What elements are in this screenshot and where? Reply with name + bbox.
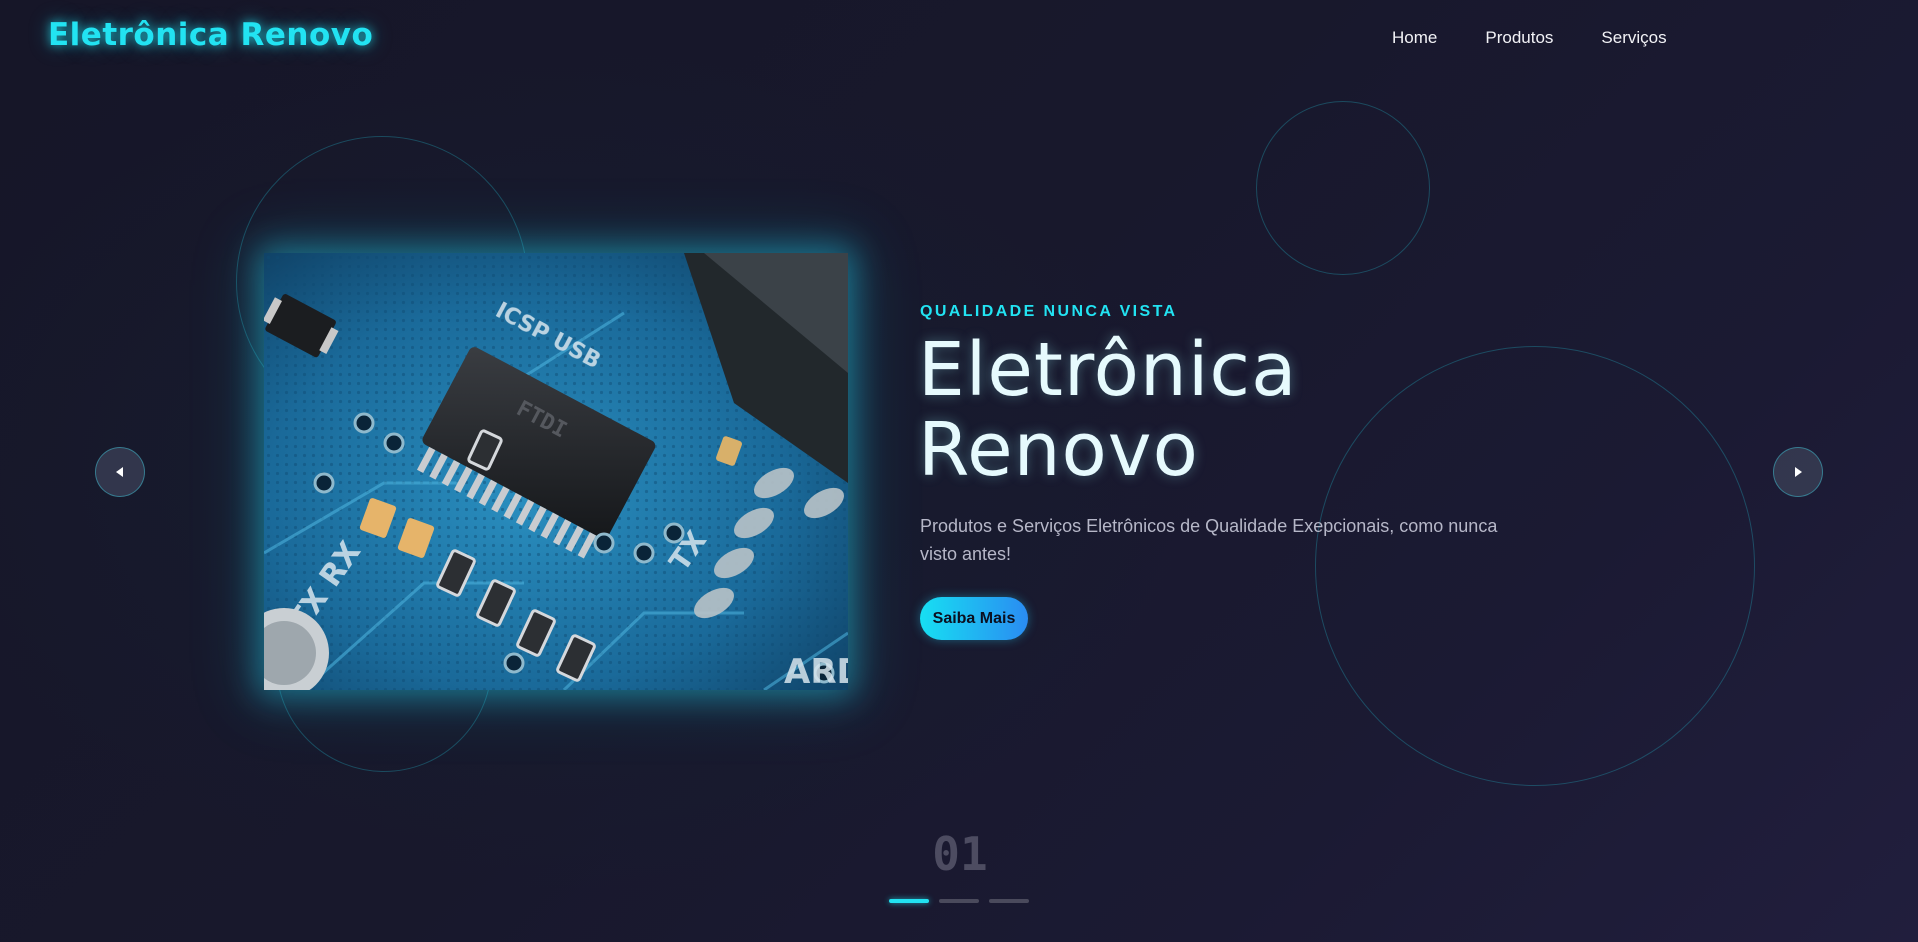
decorative-ring-right-small	[1256, 101, 1430, 275]
saiba-mais-button[interactable]: Saiba Mais	[920, 597, 1028, 640]
main-nav: Home Produtos Serviços	[1392, 28, 1667, 48]
svg-text:ARD: ARD	[784, 652, 848, 690]
carousel-dot-3[interactable]	[989, 899, 1029, 903]
carousel-next-button[interactable]	[1773, 447, 1823, 497]
hero-title-line2: Renovo	[918, 407, 1199, 493]
hero-eyebrow: QUALIDADE NUNCA VISTA	[920, 303, 1178, 320]
site-logo[interactable]: Eletrônica Renovo	[48, 17, 373, 53]
hero-title-line1: Eletrônica	[918, 327, 1298, 413]
carousel-dots	[889, 899, 1029, 903]
caret-right-icon	[1795, 467, 1802, 477]
carousel-dot-1[interactable]	[889, 899, 929, 903]
carousel-dot-2[interactable]	[939, 899, 979, 903]
nav-servicos[interactable]: Serviços	[1601, 28, 1666, 48]
circuit-board-image: FTDI ICSP USB TX RX TX AR	[264, 253, 848, 690]
hero-description: Produtos e Serviços Eletrônicos de Quali…	[920, 516, 1498, 564]
page: Eletrônica Renovo Home Produtos Serviços	[0, 0, 1918, 942]
slide-number: 01	[932, 827, 988, 881]
carousel-prev-button[interactable]	[95, 447, 145, 497]
nav-produtos[interactable]: Produtos	[1485, 28, 1553, 48]
circuit-board-photo: FTDI ICSP USB TX RX TX AR	[264, 253, 848, 690]
hero-title: Eletrônica Renovo	[918, 330, 1518, 490]
nav-home[interactable]: Home	[1392, 28, 1437, 48]
caret-left-icon	[116, 467, 123, 477]
